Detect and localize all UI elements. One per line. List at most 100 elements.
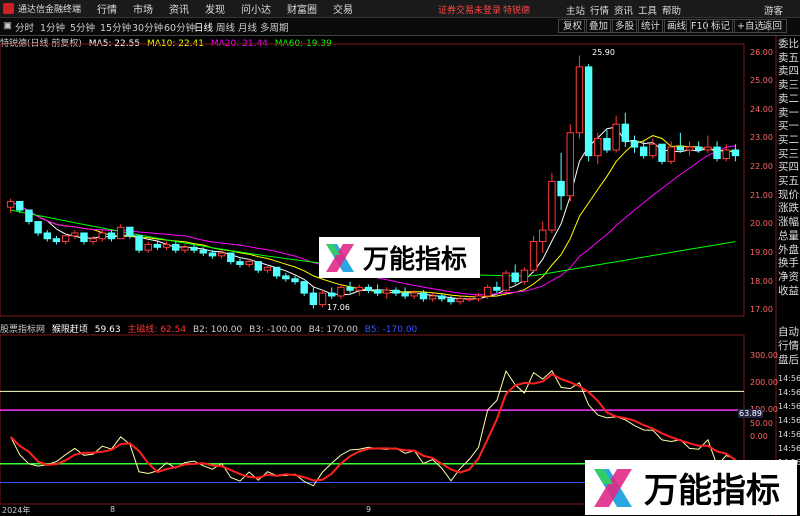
watermark-logo-icon [594, 468, 632, 507]
watermark-text: 万能指标 [644, 471, 780, 511]
candle-body [667, 146, 675, 162]
low-annotation: 17.06 [327, 303, 350, 312]
side-panel-label: 买二 [778, 133, 799, 146]
indicator-tick: 50.00 [750, 418, 773, 428]
watermark-bottom: 万能指标 [585, 460, 797, 515]
side-panel-label: 涨跌 [778, 202, 799, 215]
candle-body [25, 209, 33, 223]
candle-body [328, 292, 336, 297]
candle-body [71, 232, 79, 237]
candle-body [704, 146, 712, 151]
candle-body [34, 221, 42, 234]
candle-body [6, 200, 15, 208]
candle-body [43, 232, 51, 240]
side-panel-time: 14:56 [778, 416, 800, 425]
side-panel-label[interactable]: 盘后 [778, 354, 799, 367]
candle-body [116, 226, 125, 240]
candle-body [144, 243, 152, 251]
candle-body [483, 286, 492, 297]
side-panel-label: 卖三 [778, 79, 799, 92]
candle-body [685, 146, 694, 151]
candle-body [566, 132, 574, 197]
candle-body [383, 289, 391, 294]
candle-body [584, 66, 593, 157]
side-panel-label: 买一 [778, 120, 799, 133]
candle-body [493, 286, 501, 291]
price-tick: 20.00 [750, 219, 773, 229]
candle-body [263, 266, 272, 271]
candle-body [199, 249, 207, 254]
side-panel-label: 买四 [778, 161, 799, 174]
indicator-tick: 300.00 [750, 351, 778, 361]
candle-body [282, 275, 290, 280]
candle-body [190, 246, 198, 251]
candle-body [162, 243, 171, 248]
price-tick: 26.00 [750, 47, 773, 57]
candle-body [309, 292, 318, 306]
candle-body [318, 292, 327, 306]
candle-body [227, 252, 235, 263]
side-panel-label: 收益 [778, 284, 799, 297]
candle-body [456, 298, 464, 303]
side-panel-label: 总量 [778, 229, 799, 242]
candle-body [300, 281, 308, 294]
candle-body [658, 143, 666, 162]
date-year: 2024年 [2, 506, 31, 515]
side-panel-label: 买三 [778, 147, 799, 160]
candle-body [548, 180, 556, 231]
candle-body [245, 261, 253, 265]
candle-body [16, 200, 24, 211]
side-panel-time: 14:56 [778, 374, 800, 383]
candle-body [676, 146, 685, 151]
side-panel-time: 14:56 [778, 388, 800, 397]
indicator-current: 63.89 [738, 409, 763, 418]
side-panel-label[interactable]: 自动 [778, 326, 799, 339]
date-aug: 8 [110, 505, 116, 514]
side-panel-label: 外盘 [778, 243, 799, 256]
watermark-text: 万能指标 [363, 245, 468, 275]
candle-body [98, 232, 107, 240]
candle-body [557, 180, 565, 197]
candle-body [474, 295, 483, 300]
side-panel-time: 14:56 [778, 402, 800, 411]
price-tick: 17.00 [750, 305, 773, 315]
price-tick: 19.00 [750, 248, 773, 257]
candle-body [594, 137, 602, 157]
candle-body [428, 295, 437, 300]
candle-body [639, 146, 648, 157]
side-panel-label: 换手 [778, 257, 799, 270]
candle-body [52, 238, 61, 243]
price-tick: 21.00 [750, 190, 773, 200]
candle-body [502, 272, 510, 291]
price-tick: 22.00 [750, 162, 773, 172]
candle-body [346, 286, 354, 291]
price-tick: 23.00 [750, 133, 773, 143]
price-tick: 18.00 [750, 276, 773, 286]
side-panel-label: 卖二 [778, 92, 799, 105]
candle-body [520, 269, 529, 283]
candle-body [80, 232, 88, 243]
candle-body [630, 140, 639, 148]
quote-side-panel: 委比 卖五 卖四 卖三 卖二 卖一 买一 买二 买三 买四 买五 现价 涨跌 涨幅 总量 外盘 换手 净资 收益 自动… [777, 36, 800, 516]
candle-body [364, 286, 373, 291]
candle-body [208, 252, 217, 257]
candle-body [254, 261, 263, 271]
side-panel-label[interactable]: 行情 [778, 340, 799, 353]
candle-body [61, 235, 70, 243]
date-sep: 9 [366, 505, 372, 514]
candle-body [649, 143, 657, 157]
candle-body [373, 289, 382, 294]
candle-body [236, 261, 244, 265]
side-panel-time: 14:56 [778, 430, 800, 439]
candle-body [465, 298, 474, 301]
candle-body [272, 266, 281, 277]
side-panel-label: 现价 [778, 188, 799, 201]
candle-body [355, 286, 363, 291]
indicator-tick: 0.00 [750, 431, 768, 441]
side-panel-label: 涨幅 [778, 216, 799, 229]
side-panel-label: 卖五 [778, 51, 799, 64]
candle-body [539, 229, 547, 243]
candle-body [126, 226, 134, 237]
candle-body [172, 243, 180, 251]
side-panel-time: 14:56 [778, 444, 800, 453]
